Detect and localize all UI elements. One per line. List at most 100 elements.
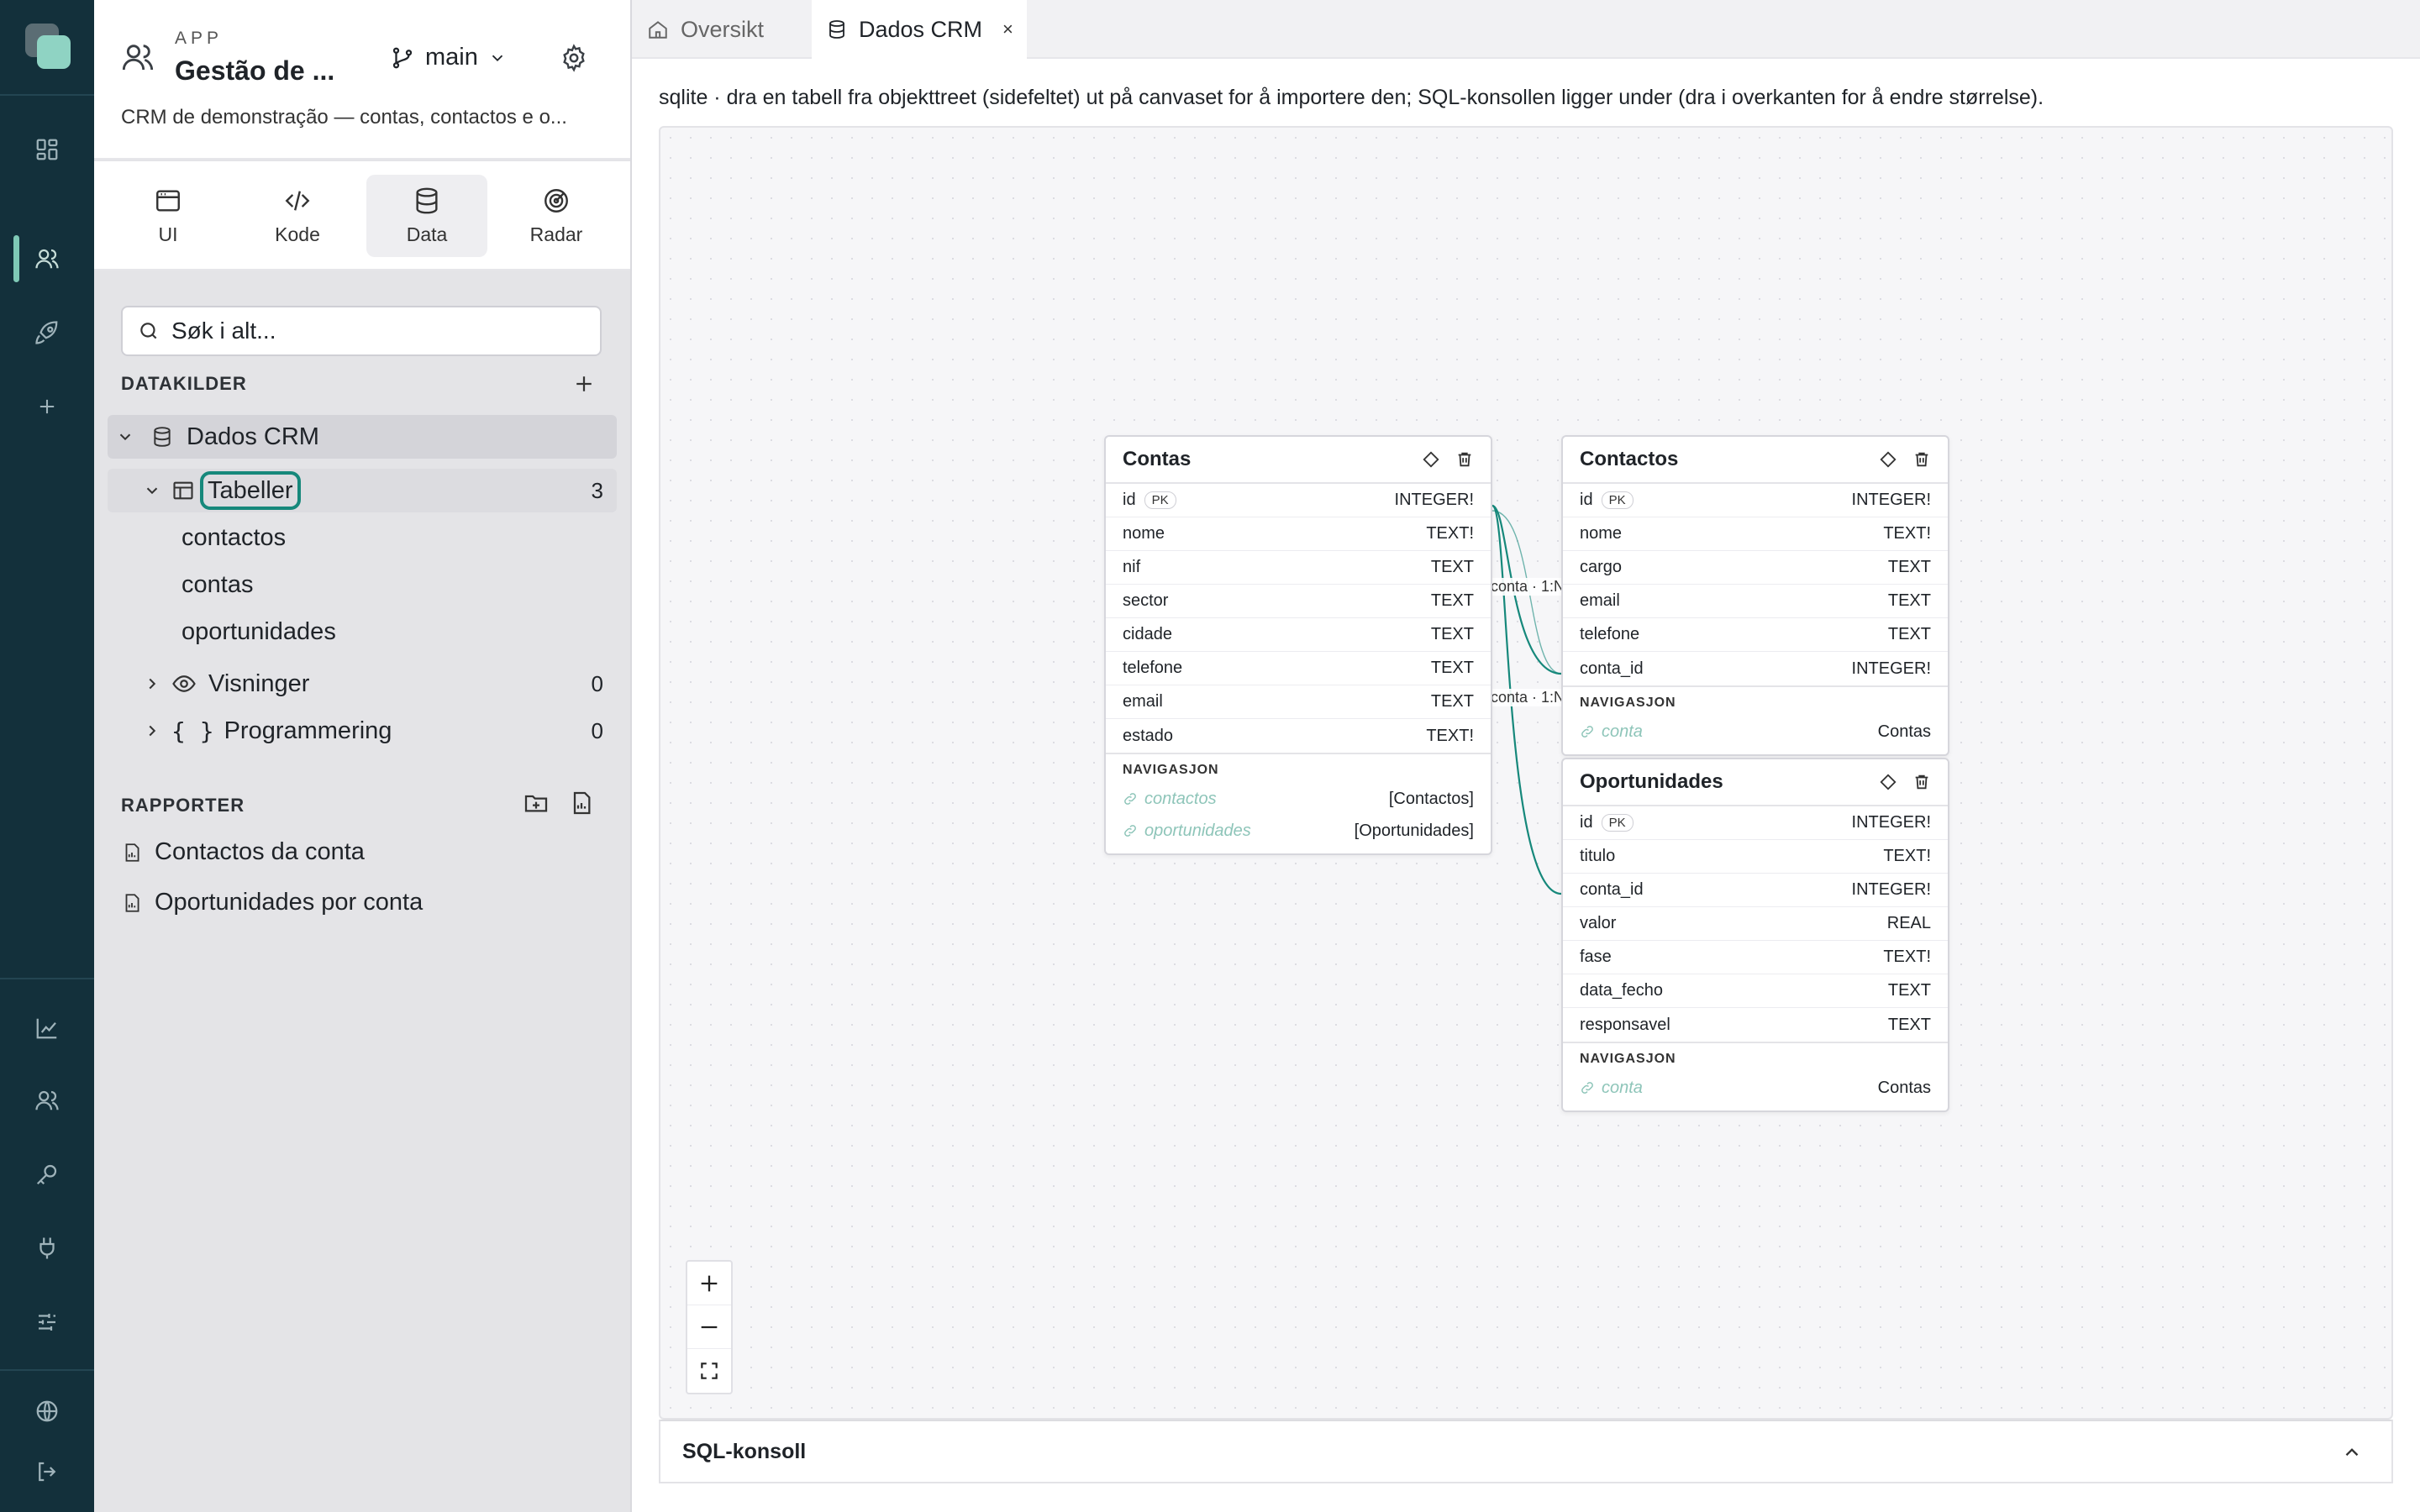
field-row: titulo TEXT! <box>1563 840 1948 874</box>
branch-selector[interactable]: main <box>390 44 507 71</box>
users-icon[interactable] <box>24 235 71 282</box>
app-header: APP Gestão de ... main CRM de demonstraç… <box>94 0 630 160</box>
report-actions <box>523 790 595 816</box>
field-name: sector <box>1123 591 1169 610</box>
chevron-down-icon <box>143 481 166 500</box>
tree-item-label: oportunidades <box>182 617 336 645</box>
home-icon <box>647 18 669 40</box>
mode-tab-ui[interactable]: UI <box>108 175 229 257</box>
field-row: nome TEXT! <box>1106 517 1491 551</box>
field-name: telefone <box>1123 659 1183 677</box>
chevron-down-icon <box>488 49 507 67</box>
table-card-header[interactable]: Contas <box>1106 437 1491 484</box>
field-row: sector TEXT <box>1106 585 1491 618</box>
close-icon[interactable]: × <box>1002 18 1013 40</box>
report-item[interactable]: Contactos da conta <box>121 838 365 866</box>
team-icon[interactable] <box>24 1077 71 1124</box>
field-type: INTEGER! <box>1851 880 1931 899</box>
mode-tab-radar[interactable]: Radar <box>496 175 617 257</box>
tree-item-table[interactable]: contactos <box>182 516 602 559</box>
analytics-icon[interactable] <box>24 1005 71 1052</box>
tree-item-datasource[interactable]: Dados CRM <box>108 415 617 459</box>
field-type: TEXT <box>1430 625 1474 643</box>
database-icon <box>827 19 847 39</box>
navigation-target: Contas <box>1877 722 1931 741</box>
field-name: data_fecho <box>1580 981 1663 1000</box>
tab-oversikt[interactable]: Oversikt <box>632 0 808 59</box>
sql-console-bar[interactable]: SQL-konsoll <box>659 1420 2393 1483</box>
table-card-contas[interactable]: Contas id PK INTEGER! nome TEXT! nif TEXT se… <box>1104 435 1492 855</box>
mode-tab-label: Radar <box>529 223 583 245</box>
tree-item-table[interactable]: contas <box>182 563 602 606</box>
navigation-row[interactable]: conta Contas <box>1580 716 1931 748</box>
tab-dados-crm[interactable]: Dados CRM × <box>812 0 1027 59</box>
tree-item-programming[interactable]: { } Programmering 0 <box>108 709 617 753</box>
table-card-oportunidades[interactable]: Oportunidades id PK INTEGER! titulo TEXT! c… <box>1561 758 1949 1112</box>
new-folder-icon[interactable] <box>523 790 550 816</box>
field-name: cargo <box>1580 558 1623 576</box>
relation-label: conta · 1:N <box>1491 578 1565 596</box>
trash-icon[interactable] <box>1912 450 1931 469</box>
tree-item-tables[interactable]: Tabeller 3 <box>108 469 617 512</box>
fit-view-button[interactable] <box>687 1349 731 1393</box>
logout-icon[interactable] <box>24 1448 71 1495</box>
dashboard-icon[interactable] <box>24 126 71 173</box>
navigation-name: oportunidades <box>1144 821 1251 840</box>
report-label: Oportunidades por conta <box>155 889 424 916</box>
report-item[interactable]: Oportunidades por conta <box>121 889 423 916</box>
globe-icon[interactable] <box>24 1388 71 1435</box>
plug-icon[interactable] <box>24 1225 71 1272</box>
tree-item-label: contas <box>182 570 254 598</box>
tree-item-views[interactable]: Visninger 0 <box>108 662 617 706</box>
field-type: TEXT <box>1887 1015 1931 1034</box>
pk-badge: PK <box>1601 491 1634 509</box>
locate-icon[interactable] <box>1879 773 1897 791</box>
field-name: nif <box>1123 558 1141 576</box>
key-icon[interactable] <box>24 1151 71 1198</box>
canvas-hint: sqlite · dra en tabell fra objekttreet (… <box>659 86 2044 109</box>
navigation-row[interactable]: conta Contas <box>1580 1072 1931 1104</box>
logo-icon[interactable] <box>25 24 71 69</box>
field-row: valor REAL <box>1563 907 1948 941</box>
tree-item-count: 3 <box>591 477 603 503</box>
locate-icon[interactable] <box>1422 450 1440 469</box>
trash-icon[interactable] <box>1912 773 1931 791</box>
table-card-header[interactable]: Oportunidades <box>1563 759 1948 806</box>
table-card-contactos[interactable]: Contactos id PK INTEGER! nome TEXT! cargo TE… <box>1561 435 1949 756</box>
mode-tab-data[interactable]: Data <box>366 175 487 257</box>
navigation-row[interactable]: contactos [Contactos] <box>1123 783 1474 815</box>
sliders-icon[interactable] <box>24 1299 71 1346</box>
navigation-name: contactos <box>1144 789 1217 808</box>
plus-icon[interactable] <box>24 383 71 430</box>
zoom-in-button[interactable] <box>687 1262 731 1305</box>
field-type: TEXT! <box>1426 524 1474 543</box>
field-type: INTEGER! <box>1851 659 1931 678</box>
field-type: TEXT! <box>1883 847 1931 865</box>
search-input[interactable] <box>171 318 575 344</box>
mode-tab-kode[interactable]: Kode <box>237 175 358 257</box>
schema-canvas[interactable]: conta · 1:N conta · 1:N Contas id PK INTEG… <box>659 126 2393 1420</box>
gear-icon[interactable] <box>560 44 588 72</box>
report-icon <box>121 892 143 914</box>
table-card-title: Contactos <box>1580 448 1679 470</box>
new-report-icon[interactable] <box>568 790 595 816</box>
locate-icon[interactable] <box>1879 450 1897 469</box>
search-field <box>121 306 602 356</box>
field-type: TEXT! <box>1883 948 1931 966</box>
navigation-row[interactable]: oportunidades [Oportunidades] <box>1123 815 1474 847</box>
field-row: cidade TEXT <box>1106 618 1491 652</box>
minus-icon <box>697 1315 721 1339</box>
rail-active-indicator <box>13 235 19 282</box>
add-datasource-button[interactable] <box>571 371 597 396</box>
table-card-header[interactable]: Contactos <box>1563 437 1948 484</box>
field-type: TEXT <box>1430 659 1474 677</box>
field-row: estado TEXT! <box>1106 719 1491 753</box>
field-name: nome <box>1580 524 1623 543</box>
tree-item-table[interactable]: oportunidades <box>182 610 602 654</box>
trash-icon[interactable] <box>1455 450 1474 469</box>
rocket-icon[interactable] <box>24 309 71 356</box>
navigation-name: conta <box>1602 1078 1643 1097</box>
chevron-up-icon[interactable] <box>2341 1441 2363 1463</box>
zoom-out-button[interactable] <box>687 1305 731 1349</box>
link-icon <box>1123 791 1138 806</box>
